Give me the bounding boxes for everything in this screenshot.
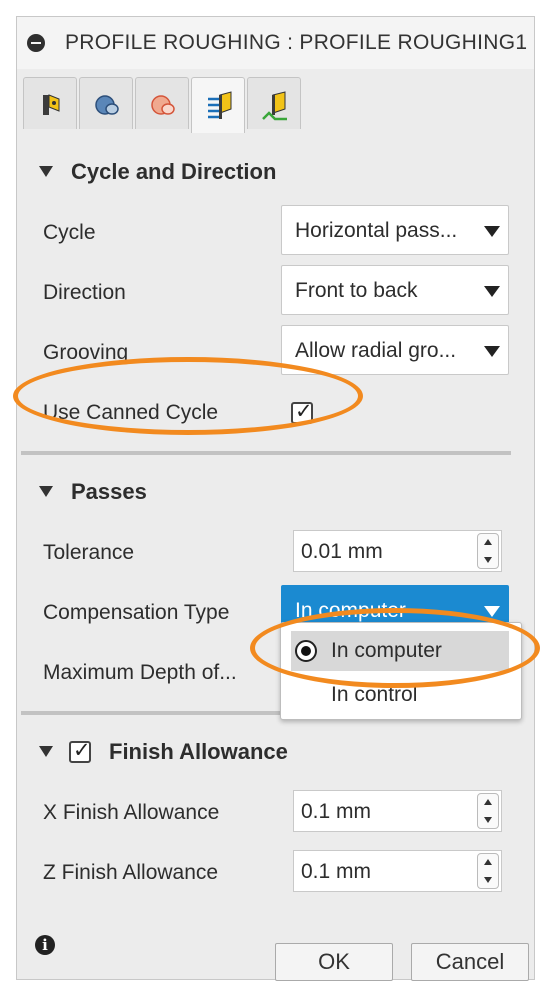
chevron-down-icon bbox=[484, 346, 500, 357]
x-finish-label: X Finish Allowance bbox=[43, 801, 220, 824]
tab-passes[interactable] bbox=[191, 77, 245, 133]
arrow-up-icon[interactable] bbox=[484, 859, 492, 865]
chevron-down-icon bbox=[484, 286, 500, 297]
dialog-title: PROFILE ROUGHING : PROFILE ROUGHING1 bbox=[65, 31, 528, 54]
tab-bar bbox=[17, 69, 534, 137]
checkmark-icon: ✓ bbox=[295, 400, 313, 423]
geometry-icon bbox=[95, 95, 119, 115]
tolerance-input[interactable]: 0.01 mm bbox=[293, 530, 502, 572]
section-divider bbox=[21, 451, 511, 455]
arrow-up-icon[interactable] bbox=[484, 539, 492, 545]
arrow-down-icon[interactable] bbox=[484, 817, 492, 823]
collapse-triangle-icon[interactable] bbox=[39, 745, 53, 757]
passes-section-header[interactable]: Passes bbox=[39, 479, 147, 505]
tolerance-stepper[interactable] bbox=[477, 533, 499, 569]
tab-geometry[interactable] bbox=[79, 77, 133, 129]
grooving-select[interactable]: Allow radial gro... bbox=[281, 325, 509, 375]
compensation-label: Compensation Type bbox=[43, 601, 230, 624]
z-finish-input[interactable]: 0.1 mm bbox=[293, 850, 502, 892]
radio-selected-icon bbox=[295, 640, 317, 662]
tolerance-label: Tolerance bbox=[43, 541, 135, 564]
arrow-down-icon[interactable] bbox=[484, 877, 492, 883]
settings-panel: Cycle and Direction Cycle Horizontal pas… bbox=[21, 137, 530, 917]
dropdown-option-in-control[interactable]: In control bbox=[291, 675, 509, 715]
z-finish-label: Z Finish Allowance bbox=[43, 861, 219, 884]
tab-tool[interactable] bbox=[23, 77, 77, 129]
grooving-select-value: Allow radial gro... bbox=[295, 339, 457, 362]
cancel-button[interactable]: Cancel bbox=[411, 943, 529, 981]
z-finish-value: 0.1 mm bbox=[301, 860, 372, 883]
title-bar[interactable]: PROFILE ROUGHING : PROFILE ROUGHING1 bbox=[17, 17, 534, 70]
collapse-triangle-icon[interactable] bbox=[39, 165, 53, 177]
tolerance-value: 0.01 mm bbox=[301, 540, 383, 563]
dropdown-option-in-computer[interactable]: In computer bbox=[291, 631, 509, 671]
compensation-select-value: In computer bbox=[295, 599, 406, 622]
collapse-icon[interactable] bbox=[27, 34, 45, 52]
option-label: In control bbox=[331, 683, 418, 706]
tab-linking[interactable] bbox=[247, 77, 301, 129]
cycle-section-header[interactable]: Cycle and Direction bbox=[39, 159, 276, 185]
cycle-select[interactable]: Horizontal pass... bbox=[281, 205, 509, 255]
direction-label: Direction bbox=[43, 281, 126, 304]
chevron-down-icon bbox=[484, 606, 500, 617]
x-finish-input[interactable]: 0.1 mm bbox=[293, 790, 502, 832]
tool-icon bbox=[43, 94, 60, 115]
cycle-section-title: Cycle and Direction bbox=[71, 159, 277, 184]
finish-section-title: Finish Allowance bbox=[109, 739, 288, 764]
direction-select-value: Front to back bbox=[295, 279, 418, 302]
collapse-triangle-icon[interactable] bbox=[39, 485, 53, 497]
grooving-label: Grooving bbox=[43, 341, 129, 364]
info-icon[interactable]: i bbox=[35, 935, 55, 955]
max-depth-label: Maximum Depth of... bbox=[43, 661, 237, 684]
x-finish-stepper[interactable] bbox=[477, 793, 499, 829]
direction-select[interactable]: Front to back bbox=[281, 265, 509, 315]
canned-cycle-checkbox[interactable]: ✓ bbox=[291, 400, 313, 424]
cycle-select-value: Horizontal pass... bbox=[295, 219, 458, 242]
linking-icon bbox=[262, 91, 287, 121]
chevron-down-icon bbox=[484, 226, 500, 237]
profile-roughing-dialog: PROFILE ROUGHING : PROFILE ROUGHING1 Cyc… bbox=[16, 16, 535, 981]
arrow-up-icon[interactable] bbox=[484, 799, 492, 805]
passes-icon bbox=[208, 91, 232, 119]
ok-button[interactable]: OK bbox=[275, 943, 393, 981]
arrow-down-icon[interactable] bbox=[484, 557, 492, 563]
option-label: In computer bbox=[331, 639, 442, 662]
compensation-dropdown-menu: In computer In control bbox=[280, 622, 522, 720]
z-finish-stepper[interactable] bbox=[477, 853, 499, 889]
checkmark-icon: ✓ bbox=[73, 739, 91, 762]
finish-section-header[interactable] bbox=[39, 739, 71, 765]
canned-cycle-label: Use Canned Cycle bbox=[43, 401, 219, 424]
finish-allowance-checkbox[interactable]: ✓ bbox=[69, 739, 91, 763]
tab-heights[interactable] bbox=[135, 77, 189, 129]
passes-section-title: Passes bbox=[71, 479, 147, 504]
cycle-label: Cycle bbox=[43, 221, 96, 244]
x-finish-value: 0.1 mm bbox=[301, 800, 372, 823]
heights-icon bbox=[151, 95, 175, 115]
